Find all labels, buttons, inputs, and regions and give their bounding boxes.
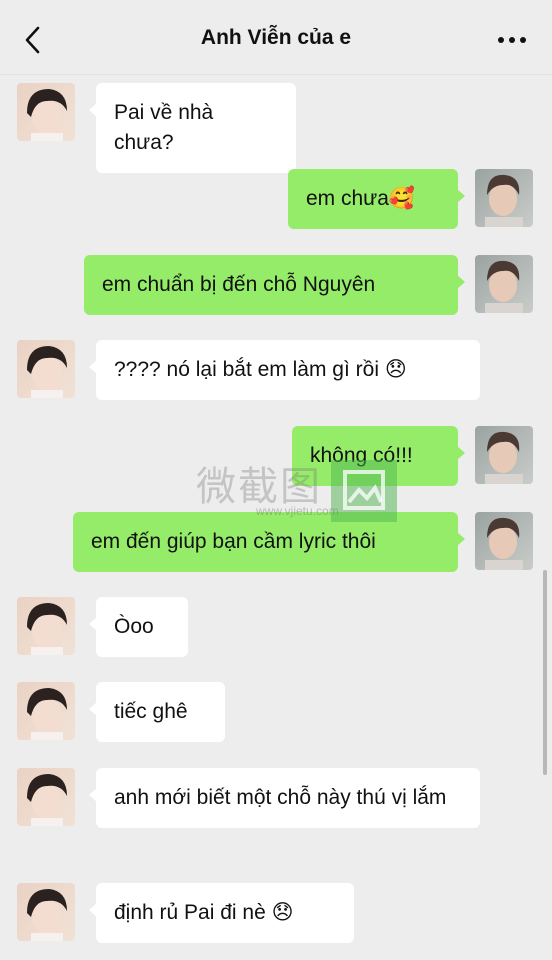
chat-title: Anh Viễn của e bbox=[200, 26, 352, 49]
message-bubble[interactable]: em chưa🥰 bbox=[288, 169, 465, 229]
more-options-button[interactable] bbox=[494, 28, 530, 52]
message-bubble[interactable]: định rủ Pai đi nè 😞 bbox=[89, 883, 354, 943]
scrollbar[interactable] bbox=[543, 570, 547, 775]
message-text: Pai về nhà chưa? bbox=[114, 101, 214, 154]
message-text: tiếc ghê bbox=[114, 700, 188, 723]
message-list[interactable]: Pai về nhà chưa? em chưa🥰 em chuẩn bị đế… bbox=[0, 75, 552, 960]
message-text: anh mới biết một chỗ này thú vị lắm bbox=[114, 786, 447, 809]
more-horizontal-icon bbox=[498, 37, 526, 43]
message-bubble[interactable]: Òoo bbox=[89, 597, 188, 657]
message-bubble[interactable]: anh mới biết một chỗ này thú vị lắm bbox=[89, 768, 480, 828]
message-text: định rủ Pai đi nè 😞 bbox=[114, 901, 294, 924]
message-text: em chưa🥰 bbox=[306, 187, 416, 210]
message-bubble[interactable]: em đến giúp bạn cầm lyric thôi bbox=[73, 512, 465, 572]
chat-header: Anh Viễn của e bbox=[0, 0, 552, 75]
my-avatar[interactable] bbox=[475, 512, 533, 570]
message-bubble[interactable]: Pai về nhà chưa? bbox=[89, 83, 296, 173]
contact-avatar[interactable] bbox=[17, 83, 75, 141]
contact-avatar[interactable] bbox=[17, 597, 75, 655]
my-avatar[interactable] bbox=[475, 255, 533, 313]
my-avatar[interactable] bbox=[475, 169, 533, 227]
contact-avatar[interactable] bbox=[17, 682, 75, 740]
message-bubble[interactable]: em chuẩn bị đến chỗ Nguyên bbox=[84, 255, 465, 315]
message-bubble[interactable]: tiếc ghê bbox=[89, 682, 225, 742]
message-text: em chuẩn bị đến chỗ Nguyên bbox=[102, 273, 376, 296]
my-avatar[interactable] bbox=[475, 426, 533, 484]
message-text: em đến giúp bạn cầm lyric thôi bbox=[91, 530, 376, 553]
message-text: không có!!! bbox=[310, 444, 413, 467]
message-text: ???? nó lại bắt em làm gì rồi 😞 bbox=[114, 358, 407, 381]
contact-avatar[interactable] bbox=[17, 340, 75, 398]
message-bubble[interactable]: ???? nó lại bắt em làm gì rồi 😞 bbox=[89, 340, 480, 400]
message-bubble[interactable]: không có!!! bbox=[292, 426, 465, 486]
message-text: Òoo bbox=[114, 615, 154, 638]
contact-avatar[interactable] bbox=[17, 883, 75, 941]
contact-avatar[interactable] bbox=[17, 768, 75, 826]
